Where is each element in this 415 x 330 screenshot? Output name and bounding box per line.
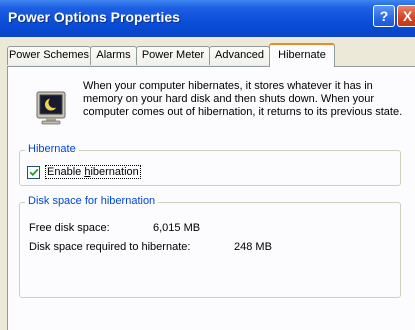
tab-power-schemes[interactable]: Power Schemes [7, 46, 91, 65]
tab-alarms[interactable]: Alarms [90, 46, 137, 65]
power-options-window: Power Options Properties ? X Power Schem… [0, 0, 415, 330]
free-disk-space-label: Free disk space: [29, 222, 110, 234]
help-icon: ? [379, 8, 389, 24]
required-disk-space-value: 248 MB [234, 241, 272, 253]
disk-space-group-label: Disk space for hibernation [25, 195, 159, 207]
help-button[interactable]: ? [373, 5, 395, 27]
free-disk-space-value: 6,015 MB [153, 222, 201, 234]
close-icon: X [402, 8, 413, 24]
hibernate-group-label: Hibernate [25, 143, 79, 155]
tab-power-meter[interactable]: Power Meter [136, 46, 210, 65]
tab-advanced[interactable]: Advanced [209, 46, 270, 65]
title-bar[interactable]: Power Options Properties ? X [0, 0, 415, 37]
checkmark-icon [29, 168, 38, 177]
tab-strip: Power Schemes Alarms Power Meter Advance… [0, 37, 415, 67]
tab-hibernate[interactable]: Hibernate [269, 43, 335, 67]
required-disk-space-label: Disk space required to hibernate: [29, 241, 191, 253]
enable-hibernation-checkbox[interactable]: Enable hibernation [27, 165, 141, 179]
window-title: Power Options Properties [8, 9, 180, 25]
checkbox-box[interactable] [27, 165, 40, 179]
hibernate-description: When your computer hibernates, it stores… [83, 80, 403, 118]
close-button[interactable]: X [397, 5, 415, 27]
enable-hibernation-label[interactable]: Enable hibernation [45, 165, 141, 179]
hibernate-monitor-icon [36, 91, 68, 125]
